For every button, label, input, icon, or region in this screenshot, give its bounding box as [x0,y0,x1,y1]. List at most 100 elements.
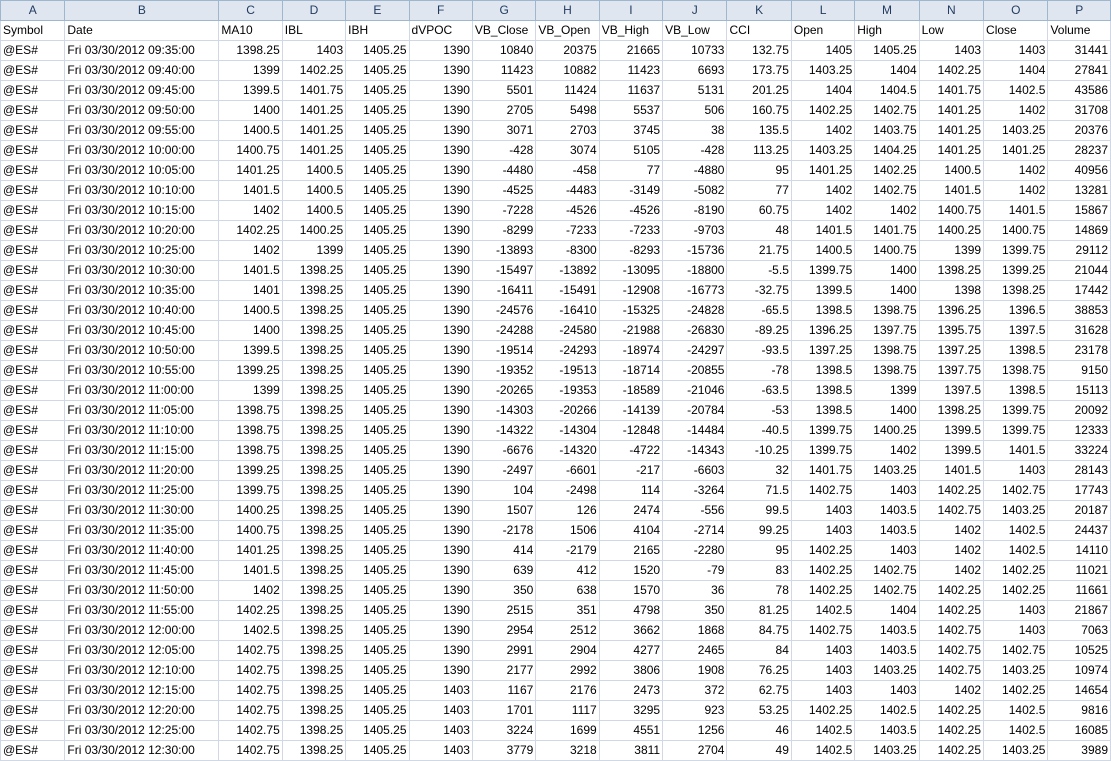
cell-b23[interactable]: Fri 03/30/2012 11:20:00 [64,460,220,481]
cell-d1[interactable]: IBL [281,20,347,41]
cell-n5[interactable]: 1401.25 [918,100,985,121]
cell-l36[interactable]: 1402.5 [790,720,856,741]
cell-b25[interactable]: Fri 03/30/2012 11:30:00 [64,500,220,521]
cell-l28[interactable]: 1402.25 [790,560,856,581]
cell-k14[interactable]: -32.75 [726,280,792,301]
cell-f25[interactable]: 1390 [408,500,473,521]
cell-o13[interactable]: 1399.25 [983,260,1049,281]
cell-f31[interactable]: 1390 [408,620,473,641]
cell-f37[interactable]: 1403 [408,740,473,761]
cell-h20[interactable]: -20266 [535,400,600,421]
cell-n12[interactable]: 1399 [918,240,985,261]
cell-g3[interactable]: 11423 [471,60,537,81]
cell-k25[interactable]: 99.5 [726,500,792,521]
cell-i9[interactable]: -3149 [598,180,664,201]
cell-l26[interactable]: 1403 [790,520,856,541]
cell-i24[interactable]: 114 [598,480,664,501]
column-header-p[interactable]: P [1047,0,1111,21]
cell-f32[interactable]: 1390 [408,640,473,661]
column-header-m[interactable]: M [854,0,920,21]
cell-k27[interactable]: 95 [726,540,792,561]
cell-h34[interactable]: 2176 [535,680,600,701]
cell-l32[interactable]: 1403 [790,640,856,661]
cell-f22[interactable]: 1390 [408,440,473,461]
cell-o7[interactable]: 1401.25 [983,140,1049,161]
cell-b8[interactable]: Fri 03/30/2012 10:05:00 [64,160,220,181]
cell-o6[interactable]: 1403.25 [983,120,1049,141]
cell-i12[interactable]: -8293 [598,240,664,261]
cell-e22[interactable]: 1405.25 [345,440,410,461]
cell-e24[interactable]: 1405.25 [345,480,410,501]
cell-j13[interactable]: -18800 [662,260,728,281]
cell-c37[interactable]: 1402.75 [218,740,283,761]
cell-f11[interactable]: 1390 [408,220,473,241]
cell-h11[interactable]: -7233 [535,220,600,241]
cell-m19[interactable]: 1399 [854,380,920,401]
cell-g25[interactable]: 1507 [471,500,537,521]
cell-k12[interactable]: 21.75 [726,240,792,261]
cell-m5[interactable]: 1402.75 [854,100,920,121]
cell-l19[interactable]: 1398.5 [790,380,856,401]
cell-b2[interactable]: Fri 03/30/2012 09:35:00 [64,40,220,61]
cell-c24[interactable]: 1399.75 [218,480,283,501]
cell-k20[interactable]: -53 [726,400,792,421]
cell-p12[interactable]: 29112 [1047,240,1111,261]
cell-l3[interactable]: 1403.25 [790,60,856,81]
cell-k28[interactable]: 83 [726,560,792,581]
cell-n2[interactable]: 1403 [918,40,985,61]
cell-g29[interactable]: 350 [471,580,537,601]
cell-h6[interactable]: 2703 [535,120,600,141]
cell-g33[interactable]: 2177 [471,660,537,681]
cell-j10[interactable]: -8190 [662,200,728,221]
cell-l12[interactable]: 1400.5 [790,240,856,261]
cell-p17[interactable]: 23178 [1047,340,1111,361]
cell-i10[interactable]: -4526 [598,200,664,221]
cell-m27[interactable]: 1403 [854,540,920,561]
cell-g32[interactable]: 2991 [471,640,537,661]
cell-g8[interactable]: -4480 [471,160,537,181]
cell-c4[interactable]: 1399.5 [218,80,283,101]
cell-h31[interactable]: 2512 [535,620,600,641]
cell-i11[interactable]: -7233 [598,220,664,241]
cell-p2[interactable]: 31441 [1047,40,1111,61]
cell-l23[interactable]: 1401.75 [790,460,856,481]
cell-l11[interactable]: 1401.5 [790,220,856,241]
cell-j2[interactable]: 10733 [662,40,728,61]
cell-l29[interactable]: 1402.25 [790,580,856,601]
cell-j19[interactable]: -21046 [662,380,728,401]
cell-d12[interactable]: 1399 [281,240,347,261]
cell-a29[interactable]: @ES# [0,580,66,601]
cell-f4[interactable]: 1390 [408,80,473,101]
cell-d13[interactable]: 1398.25 [281,260,347,281]
cell-j24[interactable]: -3264 [662,480,728,501]
cell-g2[interactable]: 10840 [471,40,537,61]
cell-h10[interactable]: -4526 [535,200,600,221]
cell-i14[interactable]: -12908 [598,280,664,301]
cell-o34[interactable]: 1402.25 [983,680,1049,701]
cell-o31[interactable]: 1403 [983,620,1049,641]
cell-o18[interactable]: 1398.75 [983,360,1049,381]
cell-c36[interactable]: 1402.75 [218,720,283,741]
cell-m4[interactable]: 1404.5 [854,80,920,101]
cell-o21[interactable]: 1399.75 [983,420,1049,441]
cell-c12[interactable]: 1402 [218,240,283,261]
cell-e31[interactable]: 1405.25 [345,620,410,641]
cell-f2[interactable]: 1390 [408,40,473,61]
cell-o1[interactable]: Close [983,20,1049,41]
cell-c11[interactable]: 1402.25 [218,220,283,241]
cell-k24[interactable]: 71.5 [726,480,792,501]
cell-n18[interactable]: 1397.75 [918,360,985,381]
cell-m37[interactable]: 1403.25 [854,740,920,761]
cell-l17[interactable]: 1397.25 [790,340,856,361]
cell-j27[interactable]: -2280 [662,540,728,561]
cell-f10[interactable]: 1390 [408,200,473,221]
cell-l15[interactable]: 1398.5 [790,300,856,321]
cell-c32[interactable]: 1402.75 [218,640,283,661]
cell-i32[interactable]: 4277 [598,640,664,661]
cell-l13[interactable]: 1399.75 [790,260,856,281]
cell-l24[interactable]: 1402.75 [790,480,856,501]
cell-h23[interactable]: -6601 [535,460,600,481]
cell-a5[interactable]: @ES# [0,100,66,121]
cell-m8[interactable]: 1402.25 [854,160,920,181]
cell-p14[interactable]: 17442 [1047,280,1111,301]
